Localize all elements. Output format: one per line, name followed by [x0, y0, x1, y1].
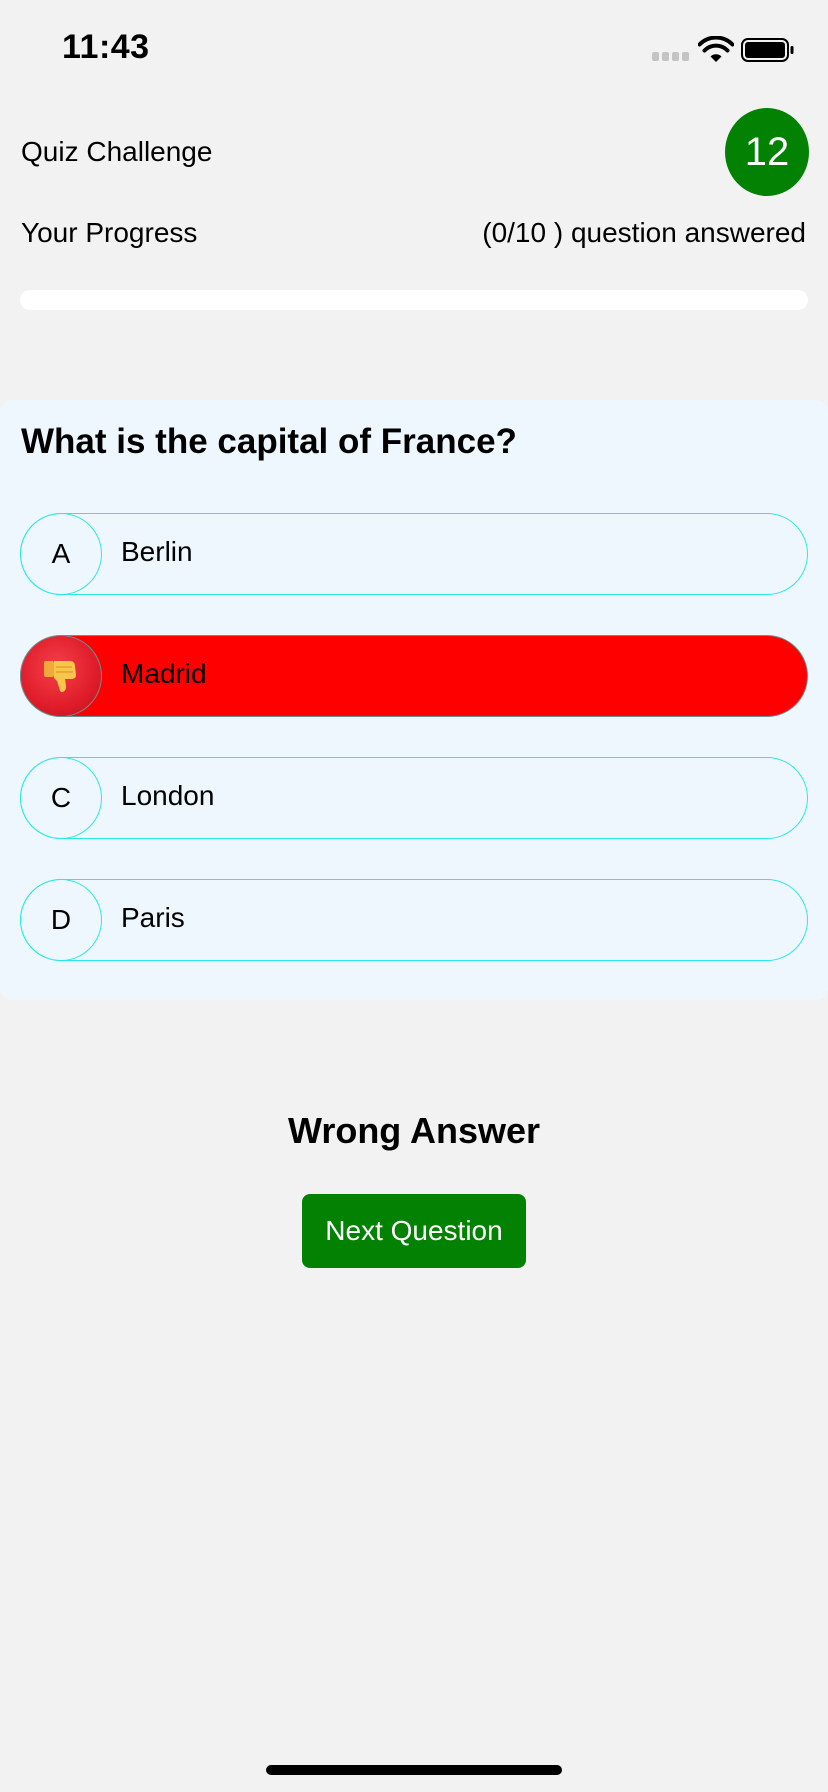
thumbs-down-icon — [44, 661, 76, 692]
progress-count: (0/10 ) question answered — [482, 217, 806, 248]
question-text: What is the capital of France? — [21, 422, 517, 461]
status-bar: 11:43 — [0, 0, 828, 100]
quiz-screen: 11:43 Quiz Challenge 12 Your Progress (0… — [0, 0, 828, 1792]
option-result-badge — [20, 635, 102, 717]
battery-icon — [741, 38, 794, 62]
result-text: Wrong Answer — [287, 1110, 541, 1151]
option-d[interactable]: D Paris — [20, 879, 808, 961]
option-letter: D — [20, 879, 102, 961]
timer-badge: 12 — [725, 108, 809, 196]
option-label: London — [121, 780, 215, 811]
option-a[interactable]: A Berlin — [20, 513, 808, 595]
option-letter: A — [20, 513, 102, 595]
progress-label: Your Progress — [21, 217, 198, 248]
progress-bar — [20, 290, 808, 310]
home-indicator[interactable] — [266, 1765, 562, 1775]
wifi-icon — [698, 36, 734, 62]
option-letter: C — [20, 757, 102, 839]
quiz-title: Quiz Challenge — [21, 136, 213, 167]
option-c[interactable]: C London — [20, 757, 808, 839]
question-card: What is the capital of France? A Berlin … — [0, 400, 828, 1000]
option-label: Berlin — [121, 536, 193, 567]
option-b[interactable]: Madrid — [20, 635, 808, 717]
option-label: Madrid — [121, 658, 207, 689]
status-time: 11:43 — [62, 28, 150, 66]
option-label: Paris — [121, 902, 185, 933]
next-question-button[interactable]: Next Question — [302, 1194, 526, 1268]
signal-icon — [652, 52, 692, 62]
